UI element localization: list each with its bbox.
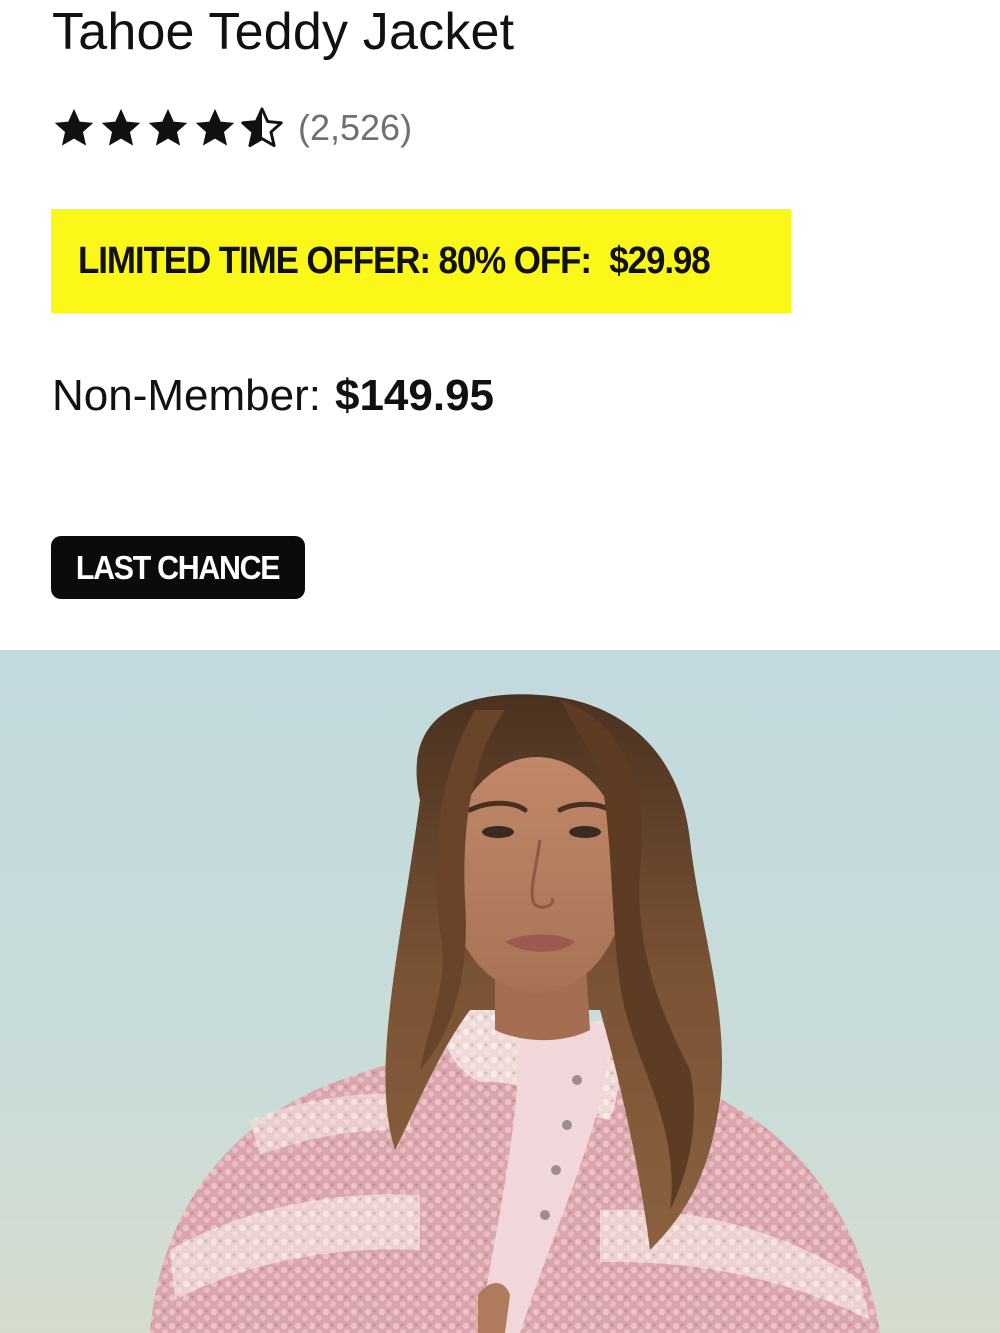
star-half-icon (241, 107, 283, 148)
promo-price: $29.98 (609, 239, 710, 282)
star-filled-icon (101, 108, 141, 146)
star-filled-icon (54, 108, 94, 146)
product-rating[interactable]: (2,526) (52, 104, 412, 152)
rating-stars (52, 106, 284, 150)
product-image[interactable] (0, 650, 1000, 1333)
product-photo (0, 650, 1000, 1333)
non-member-price: $149.95 (334, 371, 495, 420)
last-chance-badge: LAST CHANCE (51, 536, 305, 599)
non-member-label: Non-Member: (52, 371, 321, 420)
star-filled-icon (148, 108, 188, 146)
product-detail-page: Tahoe Teddy Jacket (2,526) LIMITED TIME (0, 0, 1000, 1333)
promo-label: LIMITED TIME OFFER: 80% OFF: (78, 239, 592, 282)
product-title: Tahoe Teddy Jacket (52, 3, 515, 61)
badge-label: LAST CHANCE (76, 548, 281, 586)
star-filled-icon (195, 108, 235, 146)
promo-text: LIMITED TIME OFFER: 80% OFF: $29.98 (78, 239, 711, 283)
review-count-link[interactable]: (2,526) (298, 106, 412, 150)
promo-banner: LIMITED TIME OFFER: 80% OFF: $29.98 (51, 209, 791, 313)
non-member-price-row: Non-Member: $149.95 (52, 368, 494, 424)
